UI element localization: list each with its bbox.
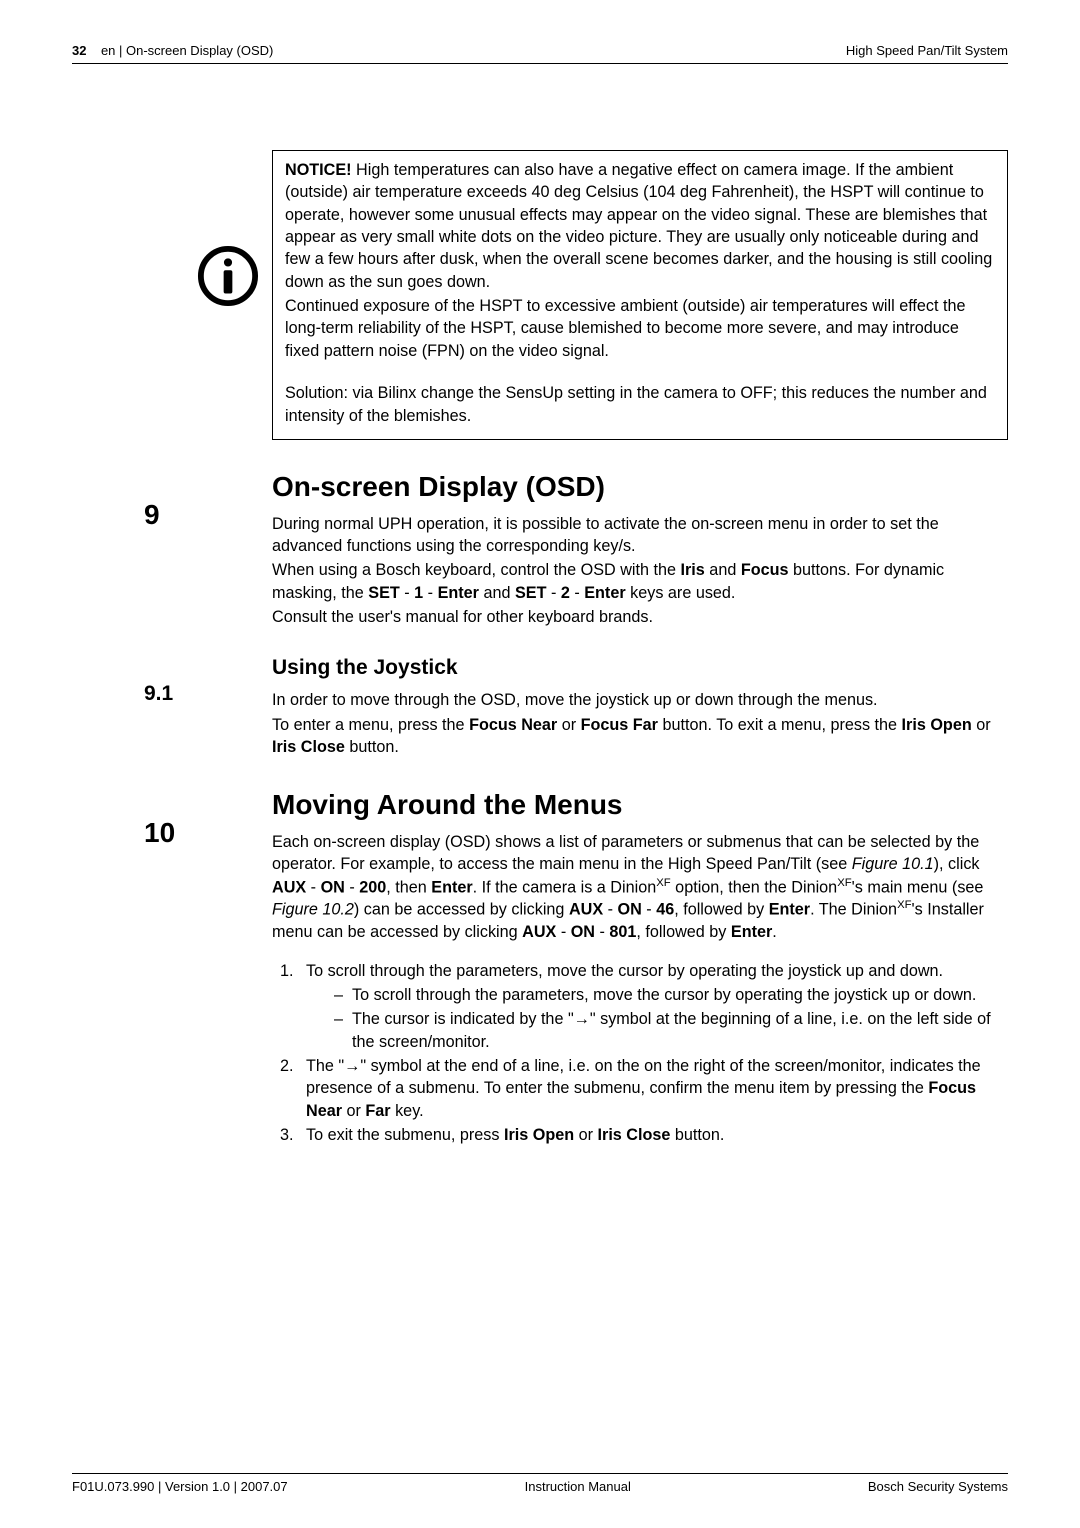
- notice-label: NOTICE!: [285, 161, 352, 179]
- section-number-9-1: 9.1: [144, 680, 173, 709]
- footer-right: Bosch Security Systems: [868, 1478, 1008, 1496]
- info-icon: [197, 245, 259, 307]
- step-1-sublist: To scroll through the parameters, move t…: [306, 984, 1008, 1053]
- header-section: en | On-screen Display (OSD): [90, 43, 273, 58]
- section-10-body: Each on-screen display (OSD) shows a lis…: [272, 831, 1008, 944]
- step-3: To exit the submenu, press Iris Open or …: [298, 1124, 1008, 1146]
- section-title-9: On-screen Display (OSD): [272, 468, 1008, 507]
- page-header: 32 en | On-screen Display (OSD) High Spe…: [72, 42, 1008, 63]
- section-title-10: Moving Around the Menus: [272, 786, 1008, 825]
- footer-row: F01U.073.990 | Version 1.0 | 2007.07 Ins…: [72, 1474, 1008, 1496]
- s9-p2: When using a Bosch keyboard, control the…: [272, 559, 1008, 604]
- notice-text: NOTICE! High temperatures can also have …: [285, 159, 995, 427]
- step-1: To scroll through the parameters, move t…: [298, 960, 1008, 1053]
- section-number-9: 9: [144, 496, 160, 535]
- s10-p1: Each on-screen display (OSD) shows a lis…: [272, 831, 1008, 944]
- step-1b: The cursor is indicated by the "→" symbo…: [334, 1008, 1008, 1053]
- section-9-1-body: In order to move through the OSD, move t…: [272, 689, 1008, 758]
- page-footer: F01U.073.990 | Version 1.0 | 2007.07 Ins…: [72, 1473, 1008, 1496]
- s9-p3: Consult the user's manual for other keyb…: [272, 606, 1008, 628]
- section-number-10: 10: [144, 814, 175, 853]
- s9-1-p1: In order to move through the OSD, move t…: [272, 689, 1008, 711]
- notice-p2: Solution: via Bilinx change the SensUp s…: [285, 382, 995, 427]
- notice-box: NOTICE! High temperatures can also have …: [272, 150, 1008, 440]
- footer-center: Instruction Manual: [525, 1478, 631, 1496]
- step-2: The "→" symbol at the end of a line, i.e…: [298, 1055, 1008, 1122]
- header-rule: [72, 63, 1008, 64]
- steps-list: To scroll through the parameters, move t…: [272, 960, 1008, 1147]
- header-left: 32 en | On-screen Display (OSD): [72, 42, 273, 60]
- s9-p1: During normal UPH operation, it is possi…: [272, 513, 1008, 558]
- page-number: 32: [72, 43, 86, 58]
- s9-1-p2: To enter a menu, press the Focus Near or…: [272, 714, 1008, 759]
- header-right: High Speed Pan/Tilt System: [846, 42, 1008, 60]
- step-1a: To scroll through the parameters, move t…: [334, 984, 1008, 1006]
- notice-p1b: Continued exposure of the HSPT to excess…: [285, 295, 995, 362]
- footer-left: F01U.073.990 | Version 1.0 | 2007.07: [72, 1478, 288, 1496]
- section-9-body: During normal UPH operation, it is possi…: [272, 513, 1008, 629]
- section-title-9-1: Using the Joystick: [272, 654, 1008, 683]
- notice-p1: NOTICE! High temperatures can also have …: [285, 159, 995, 293]
